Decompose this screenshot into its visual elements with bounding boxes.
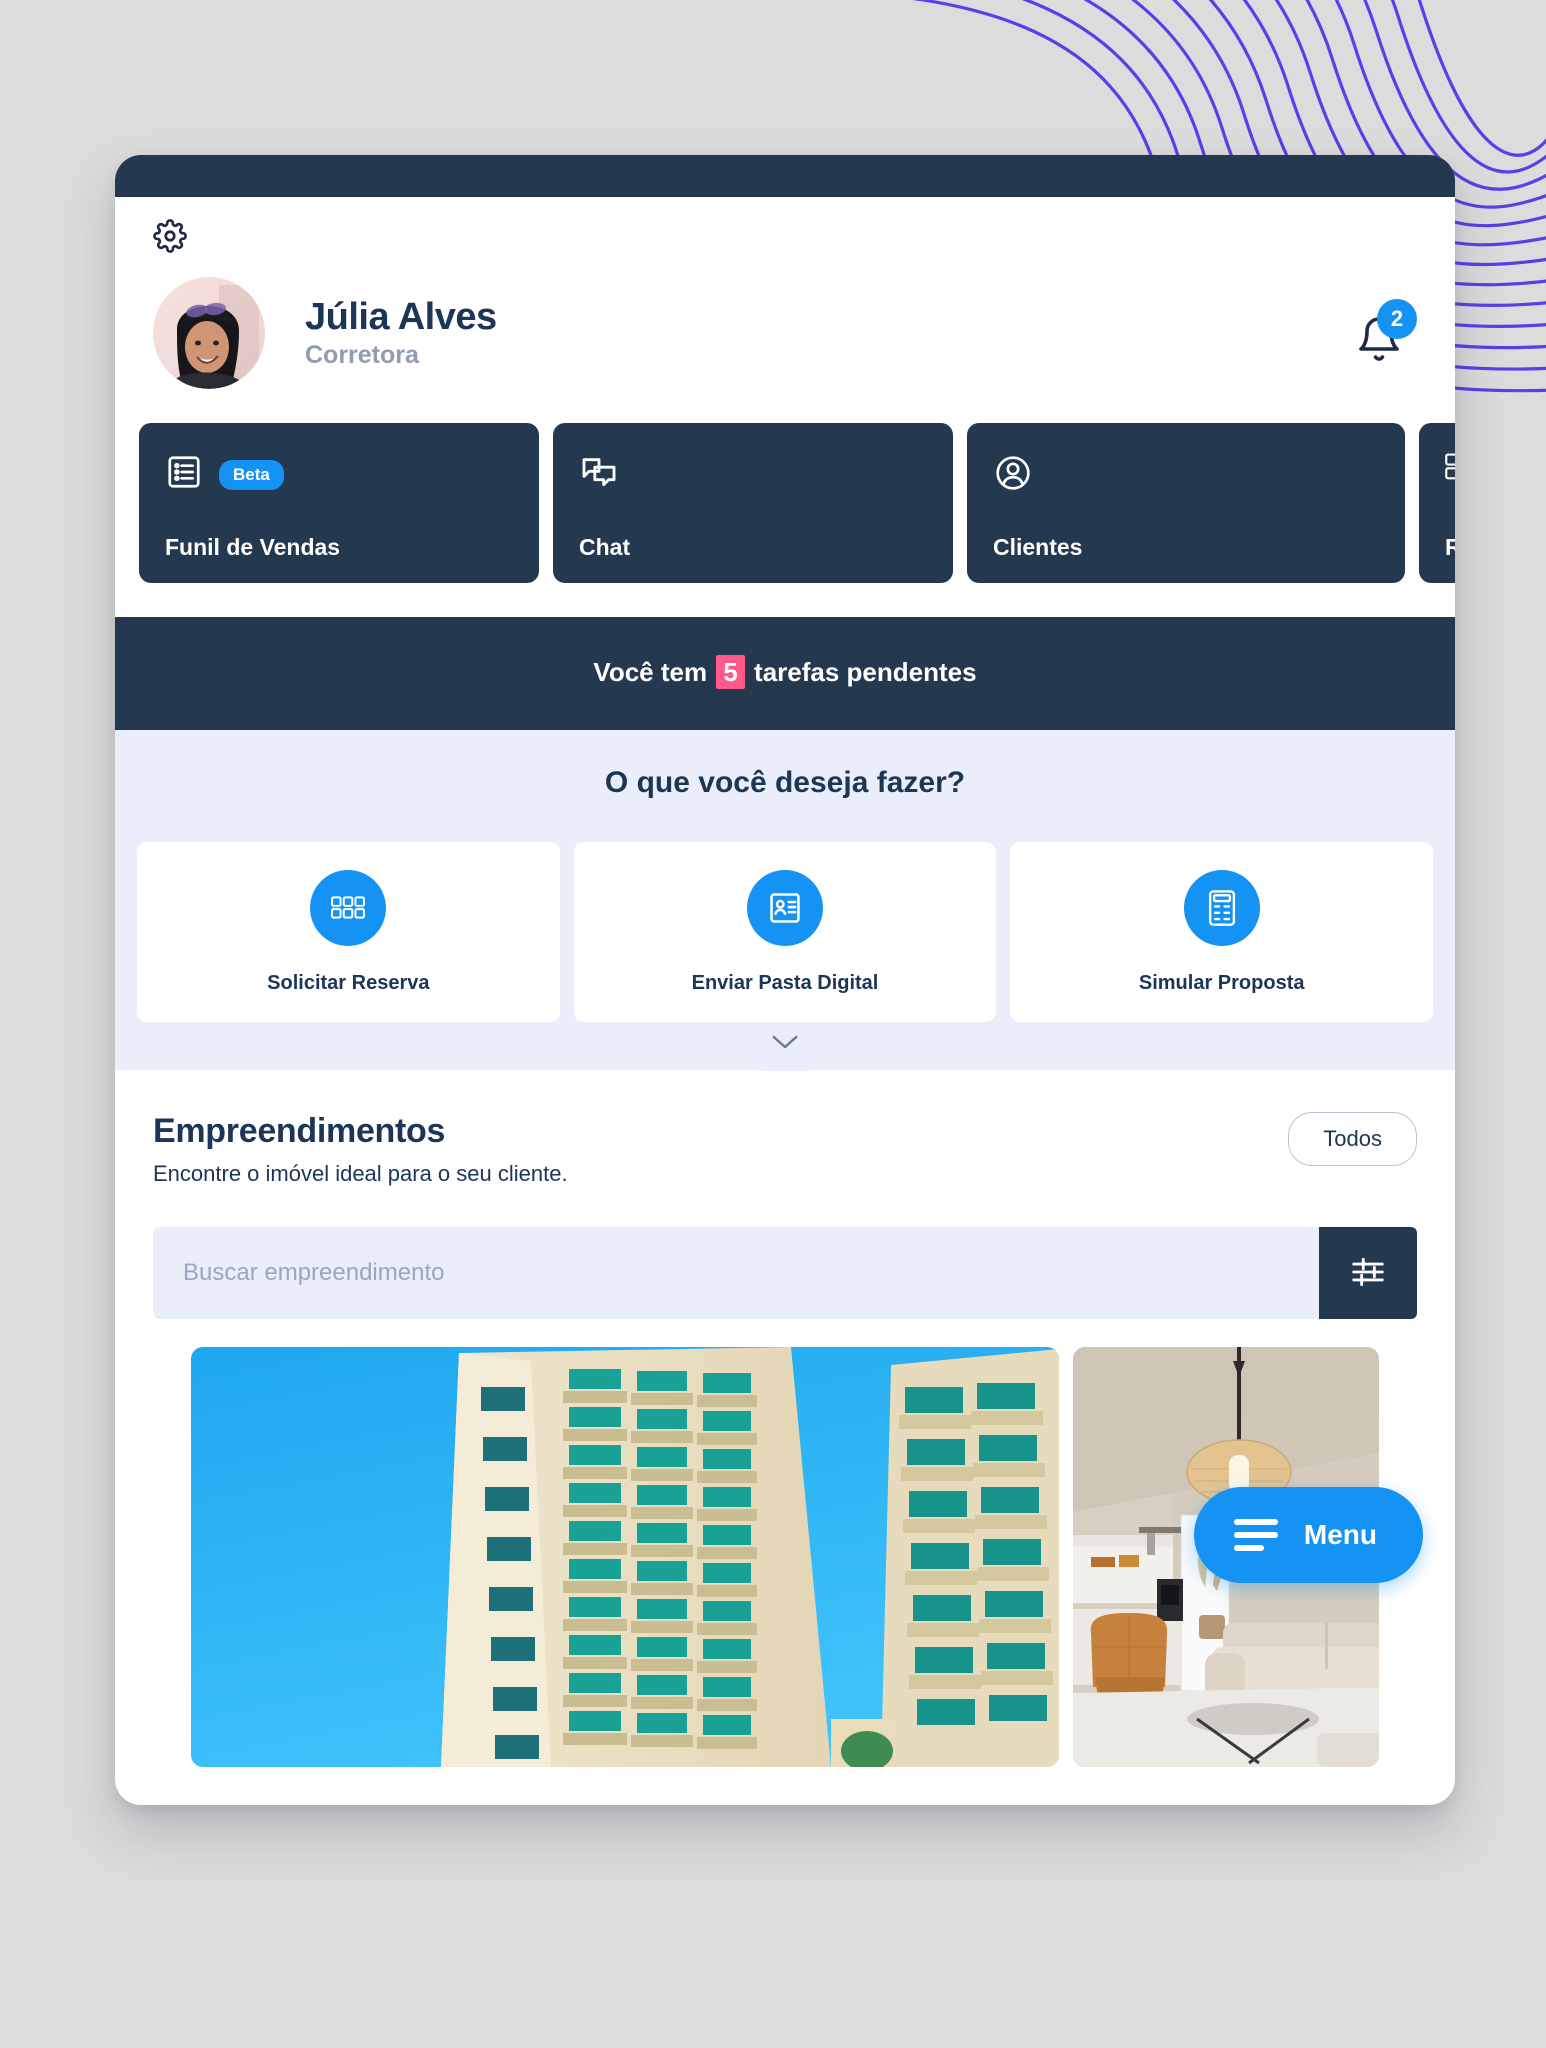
tasks-suffix: tarefas pendentes (754, 657, 977, 687)
app-header: Júlia Alves Corretora 2 Beta Funil de Ve… (115, 197, 1455, 617)
pending-tasks-banner: Você tem 5 tarefas pendentes (115, 617, 1455, 730)
action-label: Simular Proposta (1138, 971, 1305, 994)
grid-icon (310, 869, 387, 946)
actions-list: Solicitar Reserva Enviar Pasta Digital S… (115, 842, 1455, 1022)
tab-reservas[interactable]: Reserv (1419, 423, 1455, 583)
tasks-count: 5 (716, 655, 745, 689)
page-subtitle: Encontre o imóvel ideal para o seu clien… (153, 1161, 568, 1186)
search-input[interactable] (153, 1227, 1319, 1319)
action-label: Enviar Pasta Digital (691, 971, 879, 994)
chevron-down-icon (770, 1033, 800, 1056)
property-card[interactable] (191, 1347, 1059, 1767)
id-card-icon (747, 869, 823, 946)
action-label: Solicitar Reserva (267, 971, 430, 994)
actions-panel: O que você deseja fazer? Solicitar Reser… (115, 730, 1455, 1071)
quick-nav-tabs: Beta Funil de Vendas Chat Clientes R (115, 389, 1455, 617)
user-circle-icon (993, 453, 1033, 498)
actions-heading: O que você deseja fazer? (604, 766, 966, 799)
grid-icon (1445, 453, 1455, 486)
action-enviar-pasta-digital[interactable]: Enviar Pasta Digital (573, 842, 997, 1022)
tab-clientes[interactable]: Clientes (967, 423, 1405, 583)
hamburger-icon (1233, 1519, 1278, 1551)
list-icon (165, 453, 203, 496)
page-title: Empreendimentos (153, 1112, 446, 1150)
tab-chat[interactable]: Chat (553, 423, 953, 583)
search-bar (153, 1227, 1417, 1319)
app-window: Júlia Alves Corretora 2 Beta Funil de Ve… (115, 155, 1455, 1805)
profile-role: Corretora (305, 341, 419, 370)
sliders-icon (1349, 1253, 1387, 1294)
listing-section: Empreendimentos Encontre o imóvel ideal … (115, 1070, 1455, 1767)
screenshot-root: Júlia Alves Corretora 2 Beta Funil de Ve… (0, 0, 1546, 2048)
filter-all-button[interactable]: Todos (1288, 1112, 1417, 1166)
tab-label: Chat (579, 534, 631, 560)
action-solicitar-reserva[interactable]: Solicitar Reserva (137, 842, 560, 1022)
avatar[interactable] (153, 277, 265, 389)
beta-badge: Beta (219, 459, 284, 490)
window-titlebar (115, 155, 1455, 197)
menu-button[interactable]: Menu (1193, 1487, 1423, 1583)
profile-row: Júlia Alves Corretora 2 (115, 253, 1455, 389)
filter-settings-button[interactable] (1319, 1227, 1417, 1319)
chat-bubbles-icon (579, 453, 619, 498)
gear-icon[interactable] (153, 219, 187, 253)
action-simular-proposta[interactable]: Simular Proposta (1010, 842, 1434, 1022)
tab-label: Clientes (993, 534, 1083, 560)
calculator-icon (1183, 869, 1260, 946)
menu-label: Menu (1303, 1519, 1377, 1550)
notification-badge: 2 (1377, 299, 1417, 339)
notifications-button[interactable]: 2 (1351, 299, 1417, 365)
tab-label: Funil de Vendas (165, 534, 341, 560)
profile-name: Júlia Alves (305, 295, 497, 338)
tab-funil-de-vendas[interactable]: Beta Funil de Vendas (139, 423, 539, 583)
tab-label: Reserv (1445, 534, 1455, 560)
tasks-prefix: Você tem (593, 657, 708, 687)
